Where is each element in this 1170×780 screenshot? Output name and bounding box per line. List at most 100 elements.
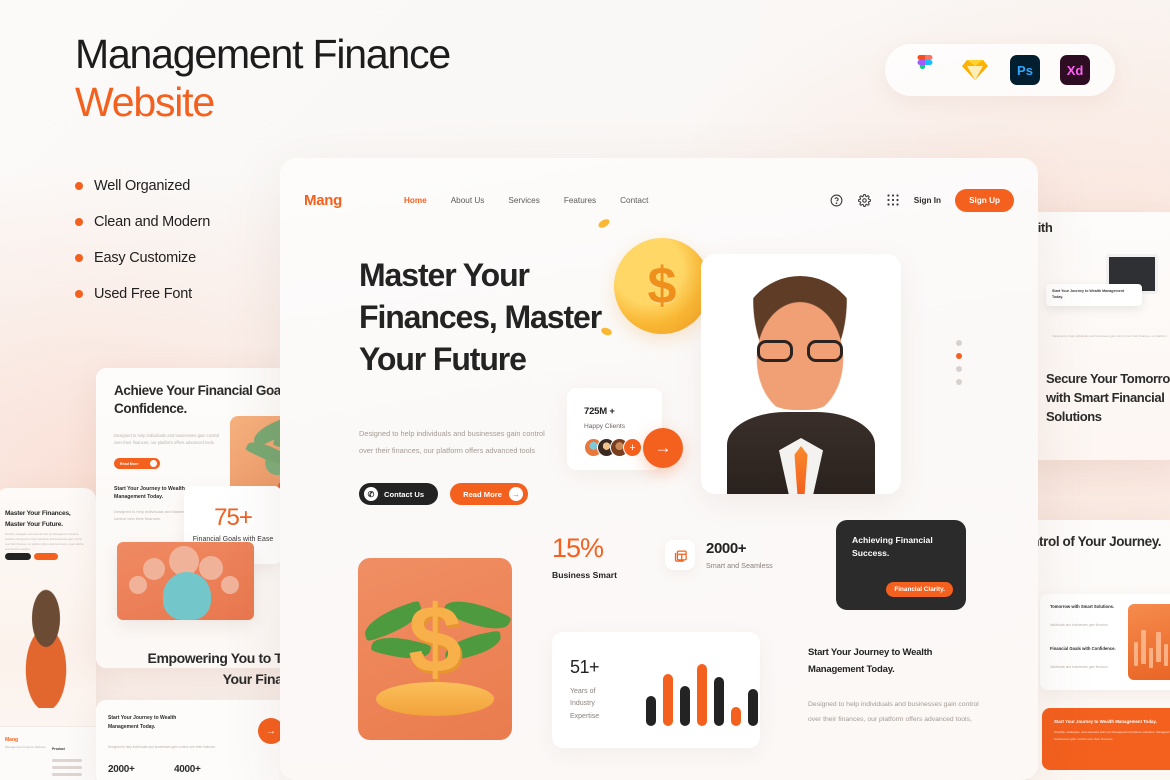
- title-line-2: Website: [75, 79, 215, 126]
- sign-up-button[interactable]: Sign Up: [955, 188, 1014, 212]
- software-badges: Ps Xd: [885, 44, 1115, 96]
- stat-percent-value: 15%: [552, 533, 604, 563]
- brand-logo[interactable]: Mang: [304, 192, 342, 209]
- bottom-card-paragraph: Designed to help individuals and busines…: [108, 745, 216, 749]
- adobe-xd-icon: Xd: [1060, 55, 1090, 85]
- stat-seamless: 2000+ Smart and Seamless: [665, 540, 773, 570]
- hero-character-image: [701, 254, 901, 494]
- bullet-icon: [75, 254, 83, 262]
- portrait-face: [163, 572, 211, 620]
- journey-text-block: Start Your Journey to Wealth Management …: [808, 645, 983, 728]
- chart-bar: [663, 674, 673, 726]
- read-more-button[interactable]: Read More →: [450, 483, 528, 505]
- left-card-read-more-button: Read More: [114, 458, 160, 469]
- carousel-dot[interactable]: [956, 366, 962, 372]
- grid-icon[interactable]: [886, 193, 900, 207]
- phone-contact-button: [5, 553, 31, 560]
- orange-banner-paragraph: Simplify, strategize, and succeed with o…: [1054, 730, 1170, 741]
- bullet-icon: [75, 290, 83, 298]
- stat-seamless-label: Smart and Seamless: [706, 561, 773, 570]
- chart-card-label: Years of Industry Expertise: [570, 688, 600, 720]
- hero-heading: Master Your Finances, Master Your Future: [359, 257, 602, 378]
- contact-us-button[interactable]: ✆ Contact Us: [359, 483, 439, 505]
- hero-buttons: ✆ Contact Us Read More →: [359, 483, 528, 505]
- mockup-navbar: Mang Home About Us Services Features Con…: [280, 180, 1038, 220]
- left-card-paragraph: Designed to help individuals and busines…: [114, 433, 220, 446]
- chart-bar: [697, 664, 707, 726]
- city-illustration: [1128, 604, 1170, 680]
- carousel-dot-active[interactable]: [956, 353, 962, 359]
- nav-item-services[interactable]: Services: [508, 196, 539, 205]
- bottom-card-stat2-value: 4000+: [174, 764, 201, 775]
- right-top-paragraph: Designed to help individuals and busines…: [1052, 334, 1168, 338]
- chart-bar: [714, 677, 724, 726]
- feature-item: Well Organized: [75, 178, 210, 194]
- carousel-dot[interactable]: [956, 340, 962, 346]
- nav-item-contact[interactable]: Contact: [620, 196, 648, 205]
- phone-paragraph: Simplify, strategize, and succeed with o…: [5, 533, 84, 551]
- chart-card-info: 51+ Years of Industry Expertise: [570, 657, 622, 723]
- contact-us-label: Contact Us: [384, 489, 425, 499]
- bottom-card-stat1-value: 2000+: [108, 764, 135, 775]
- feature-label: Used Free Font: [94, 286, 192, 302]
- feature-label: Clean and Modern: [94, 214, 211, 230]
- avatar-more-button[interactable]: +: [623, 438, 642, 457]
- phone-character-illustration: [2, 580, 90, 708]
- glasses-icon: [757, 340, 843, 362]
- title-line-1: Management Finance: [75, 31, 451, 77]
- mockup-art-portrait: [117, 542, 254, 620]
- right-bottom-card-text-1: individuals and businesses gain finances…: [1050, 623, 1109, 627]
- help-circle-icon[interactable]: [830, 193, 844, 207]
- gear-icon[interactable]: [858, 193, 872, 207]
- hero-paragraph: Designed to help individuals and busines…: [359, 429, 545, 455]
- sign-in-link[interactable]: Sign In: [914, 196, 941, 205]
- chart-bar: [680, 685, 690, 726]
- phone-read-button: [34, 553, 58, 560]
- feature-label: Easy Customize: [94, 250, 196, 266]
- carousel-dot[interactable]: [956, 379, 962, 385]
- workspace-photo: [1060, 224, 1170, 328]
- journey-paragraph: Designed to help individuals and busines…: [808, 701, 979, 724]
- photoshop-icon: Ps: [1010, 55, 1040, 85]
- sketch-icon: [960, 55, 990, 85]
- orange-banner-heading: Start Your Journey to Wealth Management …: [1054, 719, 1157, 724]
- page-title: Management Finance Website: [75, 30, 451, 127]
- right-bottom-heading: Control of Your Journey.: [1028, 534, 1162, 549]
- phone-footer: Mang Management Finance Website Product: [0, 726, 96, 780]
- expertise-chart-card: 51+ Years of Industry Expertise: [552, 632, 760, 748]
- nav-item-about-us[interactable]: About Us: [451, 196, 485, 205]
- stat-percent: 15% Business Smart: [552, 533, 617, 580]
- dashboard-icon: [665, 540, 695, 570]
- chart-bar: [646, 695, 656, 726]
- feature-list: Well Organized Clean and Modern Easy Cus…: [75, 178, 210, 322]
- achieving-success-card: Achieving Financial Success. Financial C…: [836, 520, 966, 610]
- mockup-right-top: with Start Your Journey to Wealth Manage…: [1028, 212, 1170, 460]
- adobe-xd-label: Xd: [1060, 55, 1090, 85]
- arrow-right-icon: →: [508, 487, 523, 501]
- phone-heading: Master Your Finances, Master Your Future…: [5, 510, 71, 529]
- hero-next-button[interactable]: →: [643, 428, 683, 468]
- feature-item: Easy Customize: [75, 250, 210, 266]
- right-bottom-card-text-2: individuals and businesses gain finances…: [1050, 665, 1109, 669]
- right-bottom-card: Tomorrow with Smart Solutions. individua…: [1040, 594, 1170, 690]
- bar-chart: [646, 654, 758, 726]
- stat-seamless-value: 2000+: [706, 540, 747, 557]
- nav-item-features[interactable]: Features: [564, 196, 596, 205]
- feature-item: Clean and Modern: [75, 214, 210, 230]
- phone-icon: ✆: [364, 487, 378, 501]
- carousel-dots: [956, 340, 962, 385]
- financial-clarity-badge[interactable]: Financial Clarity.: [886, 582, 953, 597]
- nav-item-home[interactable]: Home: [404, 196, 427, 205]
- feature-item: Used Free Font: [75, 286, 210, 302]
- left-card-heading: Achieve Your Financial Goals with Ease a…: [114, 383, 300, 417]
- happy-clients-value: 725M +: [584, 406, 615, 417]
- figma-icon: [910, 55, 940, 85]
- read-more-label: Read More: [463, 489, 502, 499]
- left-card-button-label: Read More: [120, 461, 139, 466]
- bullet-icon: [75, 182, 83, 190]
- chart-bar: [748, 688, 758, 726]
- bullet-icon: [75, 218, 83, 226]
- chart-card-value: 51+: [570, 657, 600, 678]
- mockup-right-bottom: Control of Your Journey. Tomorrow with S…: [1028, 520, 1170, 780]
- feature-label: Well Organized: [94, 178, 191, 194]
